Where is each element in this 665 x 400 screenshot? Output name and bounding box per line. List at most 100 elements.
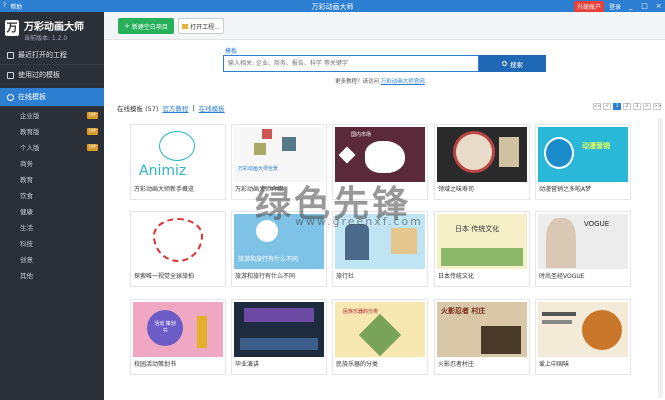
new-project-button[interactable]: + 新建空白项目	[118, 18, 174, 34]
page-1[interactable]: 1	[613, 103, 621, 110]
category-food[interactable]: 饮食	[0, 188, 104, 204]
official-tutorial-link[interactable]: 官方教程	[162, 103, 188, 113]
thumbnail-text: 万彩动画大师全景	[238, 166, 279, 172]
open-project-button[interactable]: 打开工程...	[178, 18, 224, 34]
thumbnail-text: 活动 策划书	[154, 321, 176, 334]
template-thumbnail: 火影忍者 村庄	[437, 302, 527, 357]
page-first[interactable]: <<	[593, 103, 602, 110]
category-tech[interactable]: 科技	[0, 236, 104, 252]
thumbnail-text: 火影忍者 村庄	[441, 307, 486, 315]
category-education-edition[interactable]: 教育版 VIP	[0, 124, 104, 140]
category-label: 教育版	[20, 128, 40, 136]
page-next[interactable]: >	[643, 103, 651, 110]
template-card[interactable]: 领域之味寿司	[434, 124, 530, 200]
minimize-icon[interactable]: _	[626, 2, 635, 11]
sidebar-item-online-templates[interactable]: 在线模板	[0, 88, 104, 107]
toolbar: + 新建空白项目 打开工程...	[104, 12, 665, 40]
folder-icon	[7, 51, 14, 59]
section-title: 在线模板 (57)	[117, 105, 159, 113]
page-3[interactable]: 3	[633, 103, 641, 110]
template-thumbnail	[133, 214, 223, 269]
cloud-icon	[7, 93, 14, 101]
template-thumbnail: 万彩动画大师全景	[234, 127, 324, 182]
thumbnail-text: 民族乐器的分类	[343, 309, 379, 315]
template-card[interactable]: 探索唯一视觉全球旅拍	[130, 211, 226, 287]
template-caption: 爱上中国味	[539, 361, 570, 368]
page-2[interactable]: 2	[623, 103, 631, 110]
category-education[interactable]: 教育	[0, 172, 104, 188]
watermark-url: www.greenxf.com	[295, 215, 423, 228]
sidebar-item-recent[interactable]: 最近打开的工程	[0, 46, 104, 65]
template-thumbnail: 国内市场	[335, 127, 425, 182]
vip-badge: VIP	[86, 144, 98, 151]
maximize-icon[interactable]: □	[640, 2, 649, 11]
template-thumbnail	[234, 302, 324, 357]
sidebar-item-label: 最近打开的工程	[18, 51, 67, 59]
official-site-link[interactable]: 万彩动画大师官网	[381, 79, 425, 85]
template-thumbnail: VOGUE	[538, 214, 628, 269]
template-card[interactable]: Animiz 万彩动画大师新手概览	[130, 124, 226, 200]
upgrade-button[interactable]: 升级账户	[573, 1, 604, 12]
page-last[interactable]: >>	[653, 103, 662, 110]
sidebar-item-used-templates[interactable]: 使用过的模板	[0, 66, 104, 85]
category-business[interactable]: 商务	[0, 156, 104, 172]
new-project-label: 新建空白项目	[131, 23, 168, 31]
template-caption: 动漫营销之多啦A梦	[539, 186, 592, 193]
template-caption: 日本传统文化	[438, 273, 475, 280]
titlebar-right: 升级账户 登录 _ □ ×	[573, 1, 663, 12]
category-enterprise[interactable]: 企业版 VIP	[0, 108, 104, 124]
template-caption: 火影忍者村庄	[438, 361, 475, 368]
pagination: << < 1 2 3 > >>	[593, 103, 662, 110]
scrollbar[interactable]	[658, 118, 663, 398]
template-card[interactable]: 活动 策划书 校园活动策划书	[130, 299, 226, 375]
template-caption: 万彩动画大师新手概览	[134, 186, 195, 193]
thumbnail-text: VOGUE	[584, 220, 610, 228]
template-card[interactable]: 爱上中国味	[535, 299, 631, 375]
open-project-label: 打开工程...	[190, 23, 220, 31]
template-card[interactable]: 火影忍者 村庄 火影忍者村庄	[434, 299, 530, 375]
template-thumbnail	[538, 302, 628, 357]
template-caption: 探索唯一视觉全球旅拍	[134, 273, 195, 280]
category-label: 企业版	[20, 112, 40, 120]
category-other[interactable]: 其他	[0, 268, 104, 284]
category-personal[interactable]: 个人版 VIP	[0, 140, 104, 156]
template-thumbnail: Animiz	[133, 127, 223, 182]
thumbnail-text: Animiz	[139, 163, 187, 179]
login-link[interactable]: 登录	[609, 2, 621, 11]
template-caption: 校园活动策划书	[134, 361, 177, 368]
template-icon	[7, 71, 14, 79]
search-button[interactable]: 搜索	[479, 55, 546, 72]
separator: |	[192, 104, 195, 112]
window-title: 万彩动画大师	[311, 3, 354, 11]
folder-open-icon	[182, 23, 189, 29]
template-caption: 旅行社	[336, 273, 355, 280]
template-card[interactable]: 动漫营销 动漫营销之多啦A梦	[535, 124, 631, 200]
page-prev[interactable]: <	[603, 103, 611, 110]
template-caption: 旅游和旅行有什么不同	[235, 273, 296, 280]
category-label: 个人版	[20, 144, 40, 152]
category-health[interactable]: 健康	[0, 204, 104, 220]
close-icon[interactable]: ×	[654, 2, 663, 11]
template-card[interactable]: 毕业演讲	[231, 299, 327, 375]
more-tutorials-text: 更多教程？请访问	[335, 79, 380, 85]
online-template-link[interactable]: 在线模板	[199, 103, 225, 113]
template-card[interactable]: VOGUE 时尚圣经VOGUE	[535, 211, 631, 287]
template-caption: 毕业演讲	[235, 361, 260, 368]
vip-badge: VIP	[86, 112, 98, 119]
section-header: 在线模板 (57) 官方教程 | 在线模板	[117, 103, 225, 113]
search-button-label: 搜索	[510, 60, 523, 69]
search-input[interactable]	[224, 56, 478, 71]
category-life[interactable]: 生活	[0, 220, 104, 236]
search-box[interactable]	[223, 55, 479, 72]
sidebar-item-label: 在线模板	[18, 93, 46, 101]
app-logo-icon: 万	[5, 20, 19, 36]
template-card[interactable]: 民族乐器的分类 民族乐器的分类	[332, 299, 428, 375]
template-card[interactable]: 日本 传统文化 日本传统文化	[434, 211, 530, 287]
title-bar: ? 帮助 万彩动画大师 升级账户 登录 _ □ ×	[0, 0, 665, 12]
thumbnail-text: 旅游和旅行有什么不同	[238, 256, 299, 263]
search-label: 模板	[225, 48, 238, 55]
template-thumbnail	[437, 127, 527, 182]
more-tutorials: 更多教程？请访问 万彩动画大师官网	[335, 77, 425, 85]
sidebar-item-label: 使用过的模板	[18, 71, 60, 79]
category-creative[interactable]: 创意	[0, 252, 104, 268]
